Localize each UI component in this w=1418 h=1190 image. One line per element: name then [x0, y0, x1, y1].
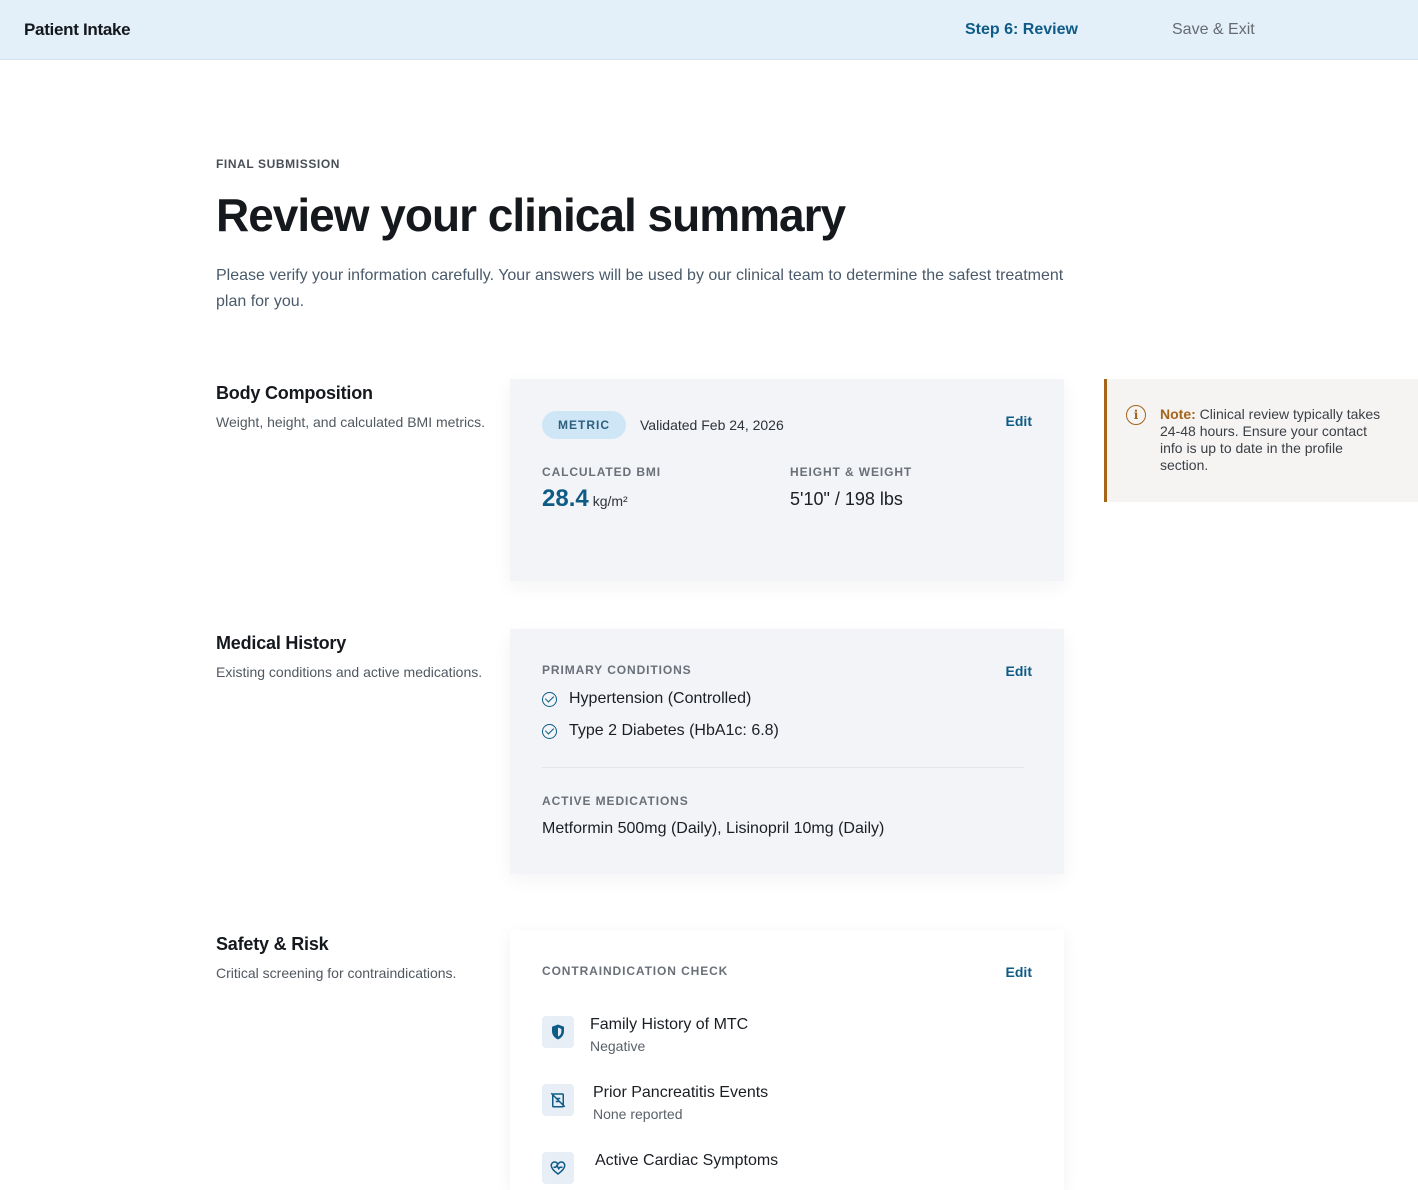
body-composition-label: Body Composition Weight, height, and cal… [216, 383, 486, 432]
contraindication-check-label: CONTRAINDICATION CHECK [542, 964, 729, 978]
active-medications-label: ACTIVE MEDICATIONS [542, 794, 689, 808]
medical-history-label: Medical History Existing conditions and … [216, 633, 486, 682]
note-text: Note: Clinical review typically takes 24… [1160, 406, 1390, 474]
page-eyebrow: FINAL SUBMISSION [216, 157, 341, 171]
brand-title: Patient Intake [24, 20, 131, 39]
shield-icon [542, 1016, 574, 1048]
section-description: Existing conditions and active medicatio… [216, 664, 483, 680]
section-description: Weight, height, and calculated BMI metri… [216, 414, 485, 430]
check-circle-icon [542, 691, 557, 707]
edit-body-composition-button[interactable]: Edit [1006, 413, 1032, 429]
primary-conditions-label: PRIMARY CONDITIONS [542, 663, 692, 677]
note-label: Note: [1160, 406, 1196, 422]
check-circle-icon [542, 723, 557, 739]
risk-title: Prior Pancreatitis Events [593, 1084, 769, 1101]
clipboard-icon [542, 1084, 574, 1116]
heart-pulse-icon [542, 1152, 574, 1184]
risk-title: Active Cardiac Symptoms [595, 1152, 779, 1169]
safety-risk-card: CONTRAINDICATION CHECK Edit Family Histo… [510, 930, 1064, 1190]
section-title: Body Composition [216, 383, 373, 403]
section-title: Safety & Risk [216, 934, 329, 954]
save-exit-link[interactable]: Save & Exit [1172, 21, 1255, 39]
height-weight-label: HEIGHT & WEIGHT [790, 465, 913, 479]
height-weight-value: 5'10" / 198 lbs [790, 489, 903, 509]
active-medications-value: Metformin 500mg (Daily), Lisinopril 10mg… [542, 820, 885, 837]
bmi-number: 28.4 [542, 485, 589, 512]
edit-medical-history-button[interactable]: Edit [1006, 663, 1032, 679]
body-composition-card: METRIC Validated Feb 24, 2026 Edit CALCU… [510, 379, 1064, 581]
current-step-indicator: Step 6: Review [965, 21, 1078, 38]
metric-badge: METRIC [542, 411, 626, 439]
risk-status: None reported [593, 1106, 683, 1122]
condition-text: Hypertension (Controlled) [569, 690, 752, 707]
condition-item: Type 2 Diabetes (HbA1c: 6.8) [542, 720, 779, 742]
section-description: Critical screening for contraindications… [216, 965, 457, 981]
top-navigation-bar: Patient Intake Step 6: Review Save & Exi… [0, 0, 1418, 60]
info-icon: i [1126, 405, 1146, 425]
divider [542, 767, 1024, 768]
medical-history-card: PRIMARY CONDITIONS Edit Hypertension (Co… [510, 629, 1064, 874]
validated-date: Validated Feb 24, 2026 [640, 417, 784, 433]
condition-item: Hypertension (Controlled) [542, 688, 751, 710]
section-title: Medical History [216, 633, 347, 653]
page-title: Review your clinical summary [216, 189, 846, 241]
safety-risk-label: Safety & Risk Critical screening for con… [216, 934, 486, 983]
bmi-value: 28.4 kg/m² [542, 485, 628, 513]
bmi-unit: kg/m² [592, 493, 628, 509]
review-note-callout: i Note: Clinical review typically takes … [1104, 379, 1418, 502]
condition-text: Type 2 Diabetes (HbA1c: 6.8) [569, 722, 779, 739]
edit-safety-risk-button[interactable]: Edit [1006, 964, 1032, 980]
risk-title: Family History of MTC [590, 1016, 749, 1033]
bmi-label: CALCULATED BMI [542, 465, 662, 479]
risk-status: Negative [590, 1038, 646, 1054]
page-intro: Please verify your information carefully… [216, 267, 1064, 310]
